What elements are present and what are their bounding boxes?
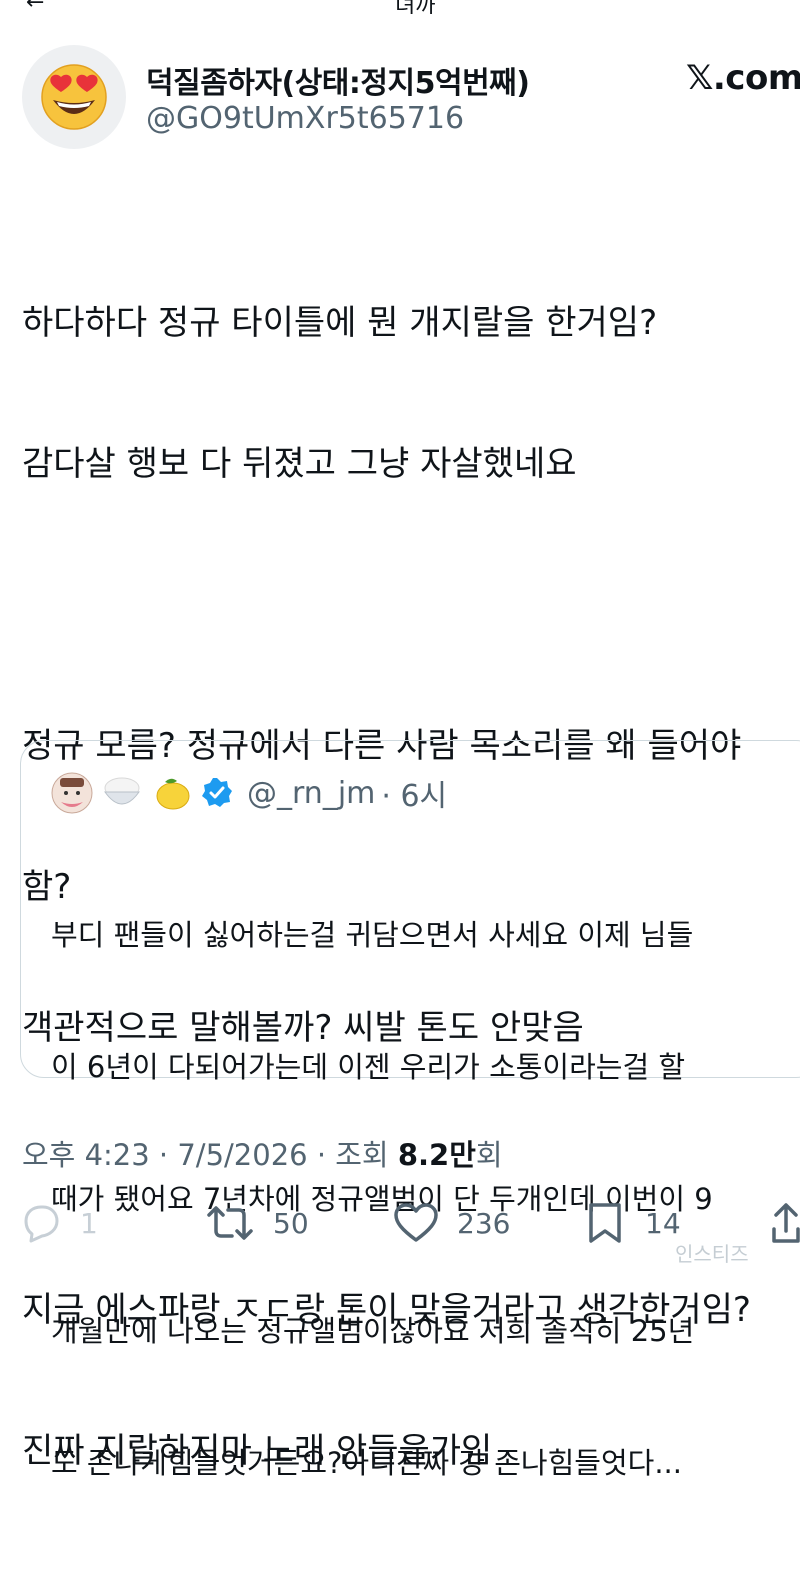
reply-icon: [24, 1205, 59, 1243]
heart-icon: [394, 1203, 438, 1242]
reply-button[interactable]: 1: [20, 1198, 98, 1248]
top-fragment-text: 녀까: [395, 0, 436, 14]
heart-eyes-emoji-icon: [41, 64, 107, 130]
quote-avatar-icon[interactable]: [51, 772, 93, 814]
tweet-line: 하다하다 정규 타이틀에 뭔 개지랄을 한거임?: [22, 303, 658, 343]
view-count: 8.2만: [397, 1138, 476, 1172]
tweet-timestamp[interactable]: 오후 4:23 · 7/5/2026 · 조회: [22, 1138, 398, 1172]
quote-handle[interactable]: @_rn_jm: [247, 776, 375, 811]
tweet-meta: 오후 4:23 · 7/5/2026 · 조회 8.2만회: [22, 1132, 503, 1174]
quote-header: @_rn_jm · 6시: [51, 772, 448, 814]
verified-badge-icon: [201, 777, 233, 809]
quote-line: 이 6년이 다되어가는데 이젠 우리가 소통이라는걸 할: [51, 1050, 686, 1084]
bookmark-icon: [589, 1203, 621, 1243]
avatar[interactable]: [22, 45, 126, 149]
quote-line: 도 존나게힘들엇거든요?아니진짜 걍 존나힘들엇다...: [51, 1446, 682, 1480]
bookmark-count: 14: [645, 1206, 681, 1240]
author-handle[interactable]: @GO9tUmXr5t65716: [146, 101, 464, 136]
bookmark-button[interactable]: 14: [583, 1198, 681, 1248]
retweet-count: 50: [273, 1206, 309, 1240]
view-suffix: 회: [475, 1138, 503, 1172]
back-arrow-icon[interactable]: ←: [26, 0, 44, 14]
retweet-button[interactable]: 50: [205, 1198, 309, 1248]
share-icon: [772, 1203, 800, 1243]
top-cutoff: ← 녀까: [0, 0, 800, 14]
quote-time: · 6시: [381, 779, 448, 814]
watermark: 인스티즈: [675, 1242, 749, 1266]
author-name[interactable]: 덕질좀하자(상태:정지5억번째): [146, 58, 530, 102]
like-button[interactable]: 236: [393, 1198, 510, 1248]
tweet-line: 감다살 행보 다 뒤졌고 그냥 자살했네요: [22, 444, 577, 484]
tweet-line: [22, 582, 800, 629]
reply-count: 1: [80, 1206, 98, 1240]
lemon-icon: [151, 772, 193, 814]
rice-bowl-icon: [101, 772, 143, 814]
like-count: 236: [457, 1206, 511, 1240]
x-logo: 𝕏.com: [686, 58, 800, 98]
quoted-tweet[interactable]: @_rn_jm · 6시 부디 팬들이 싫어하는걸 귀담으면서 사세요 이제 님…: [20, 740, 800, 1480]
share-button[interactable]: [770, 1198, 800, 1248]
retweet-icon: [207, 1206, 253, 1240]
quote-line: 개월만에 나오는 정규앨범이잖아요 저희 솔직히 25년: [51, 1314, 695, 1348]
quote-line: 부디 팬들이 싫어하는걸 귀담으면서 사세요 이제 님들: [51, 918, 694, 952]
